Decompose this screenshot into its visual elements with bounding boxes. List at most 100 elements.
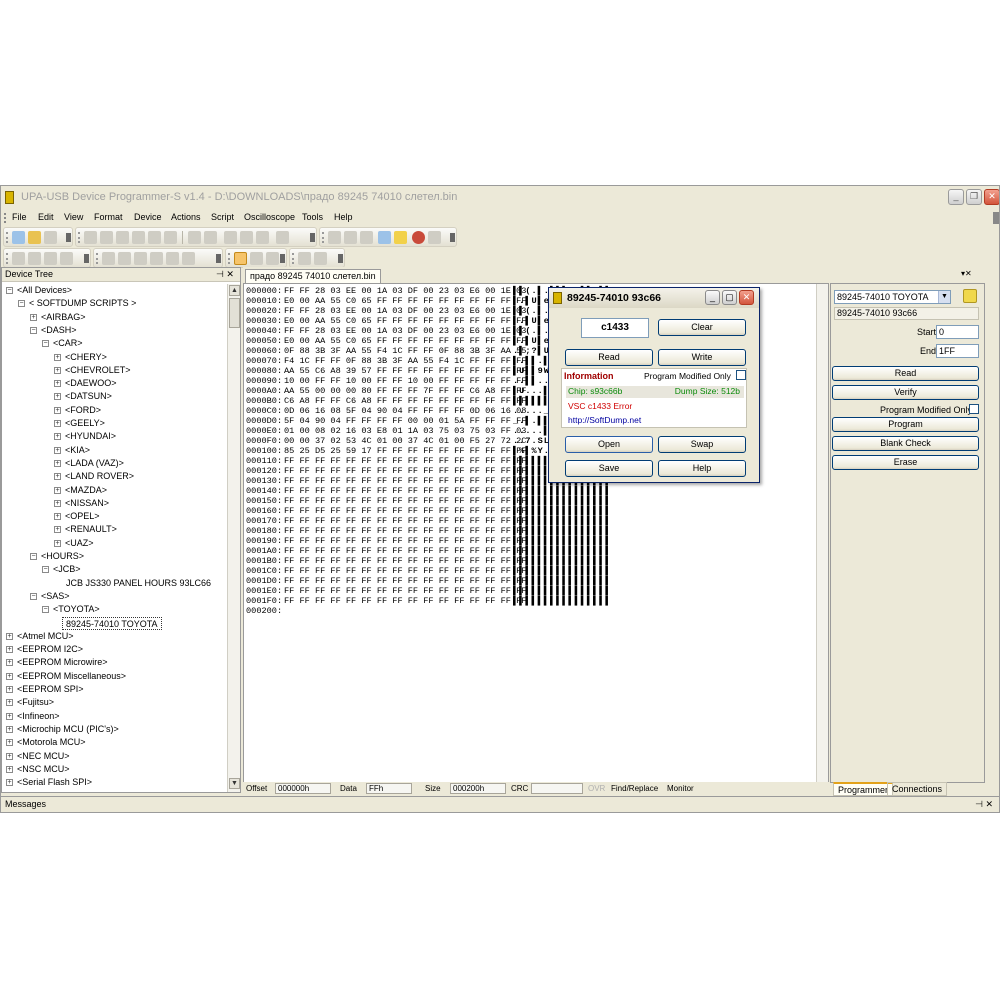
expand-icon[interactable]: +	[54, 420, 61, 427]
start-input[interactable]: 0	[936, 325, 979, 339]
program-button[interactable]: Program	[832, 417, 979, 432]
maximize-button[interactable]: ❐	[966, 189, 982, 205]
hex-row[interactable]: 000190: FF FF FF FF FF FF FF FF FF FF FF …	[246, 536, 612, 546]
tree-node[interactable]: + <Microchip MCU (PIC's)>	[6, 723, 119, 736]
tree-node[interactable]: + <FORD>	[54, 404, 101, 417]
dialog-modified-only-checkbox[interactable]	[736, 370, 746, 380]
expand-icon[interactable]: +	[54, 539, 61, 547]
monitor-tab[interactable]: Monitor	[667, 784, 694, 793]
tree-node[interactable]: + <EEPROM SPI>	[6, 683, 84, 696]
swap-button[interactable]: Swap	[658, 436, 746, 453]
hex-row[interactable]: 000150: FF FF FF FF FF FF FF FF FF FF FF …	[246, 496, 612, 506]
expand-icon[interactable]: +	[6, 632, 13, 640]
tools-icon[interactable]	[428, 231, 441, 244]
expand-icon[interactable]: +	[54, 380, 61, 388]
expand-icon[interactable]: +	[6, 765, 13, 773]
hex-row[interactable]: 0001B0: FF FF FF FF FF FF FF FF FF FF FF …	[246, 556, 612, 566]
tree-node[interactable]: + <NEC MCU>	[6, 750, 70, 763]
notes-icon[interactable]	[378, 231, 391, 244]
tree-scrollbar[interactable]: ▲ ▼	[227, 284, 240, 792]
editor-close-controls[interactable]: ▾✕	[961, 269, 983, 280]
collapse-icon[interactable]: −	[30, 592, 37, 600]
edit-device-icon[interactable]	[963, 289, 977, 303]
view-five-icon[interactable]	[166, 252, 179, 265]
expand-icon[interactable]: +	[54, 393, 61, 401]
tab-file[interactable]: прадо 89245 74010 слетел.bin	[245, 269, 381, 283]
expand-icon[interactable]: +	[6, 686, 13, 693]
hex-row[interactable]: 000160: FF FF FF FF FF FF FF FF FF FF FF …	[246, 506, 612, 516]
expand-icon[interactable]: +	[54, 486, 61, 494]
debug-bug-icon[interactable]	[412, 231, 425, 244]
tree-node[interactable]: + <Fujitsu>	[6, 696, 54, 709]
tree-node[interactable]: − <SAS>	[30, 590, 70, 603]
folder-yellow-icon[interactable]	[394, 231, 407, 244]
tree-node[interactable]: + <RENAULT>	[54, 523, 117, 536]
menu-overflow-icon[interactable]	[993, 212, 999, 224]
expand-icon[interactable]: +	[6, 672, 13, 680]
dialog-read-button[interactable]: Read	[565, 349, 653, 366]
dialog-close-button[interactable]: ✕	[739, 290, 754, 305]
dialog-save-button[interactable]: Save	[565, 460, 653, 477]
expand-icon[interactable]: +	[54, 526, 61, 534]
tree-node[interactable]: − < SOFTDUMP SCRIPTS >	[18, 297, 136, 310]
toolbar-overflow-icon[interactable]	[450, 233, 455, 242]
tree-node[interactable]: + <HYUNDAI>	[54, 430, 116, 443]
minimize-button[interactable]: _	[948, 189, 964, 205]
expand-icon[interactable]: +	[30, 313, 37, 321]
redo-icon[interactable]	[100, 231, 113, 244]
menu-file[interactable]: File	[12, 212, 27, 222]
collapse-icon[interactable]: −	[42, 566, 49, 574]
tree-node[interactable]: + <LADA (VAZ)>	[54, 457, 124, 470]
device-select[interactable]: 89245-74010 TOYOTA ▼	[834, 290, 951, 304]
expand-icon[interactable]: +	[54, 446, 61, 454]
hex-row[interactable]: 000140: FF FF FF FF FF FF FF FF FF FF FF …	[246, 486, 612, 496]
scroll-up-icon[interactable]: ▲	[229, 285, 240, 296]
tree-node[interactable]: + <NSC MCU>	[6, 763, 70, 776]
save-file-icon[interactable]	[44, 231, 57, 244]
toolbar-overflow-icon[interactable]	[216, 254, 221, 263]
tree-node[interactable]: JCB JS330 PANEL HOURS 93LC66	[66, 577, 211, 590]
select-mode-icon[interactable]	[234, 252, 247, 265]
hex-row[interactable]: 0001F0: FF FF FF FF FF FF FF FF FF FF FF …	[246, 596, 612, 606]
tree-node[interactable]: − <JCB>	[42, 563, 81, 576]
softdump-link[interactable]: http://SoftDump.net	[568, 415, 641, 425]
script-icon[interactable]	[328, 231, 341, 244]
back-icon[interactable]	[28, 252, 41, 265]
expand-icon[interactable]: +	[6, 739, 13, 747]
toolbar-overflow-icon[interactable]	[338, 254, 343, 263]
expand-icon[interactable]: +	[6, 699, 13, 707]
tab-programmer[interactable]: Programmer	[833, 782, 894, 796]
end-input[interactable]: 1FF	[936, 344, 979, 358]
pin-close-icon[interactable]: ⊣ ✕	[216, 269, 234, 280]
menu-device[interactable]: Device	[134, 212, 162, 222]
hex-row[interactable]: 0001D0: FF FF FF FF FF FF FF FF FF FF FF …	[246, 576, 612, 586]
tree-node[interactable]: + <EEPROM Miscellaneous>	[6, 670, 126, 683]
pin-close-icon[interactable]: ⊣ ✕	[975, 799, 993, 810]
stop-icon[interactable]	[314, 252, 327, 265]
hex-row[interactable]: 0001E0: FF FF FF FF FF FF FF FF FF FF FF …	[246, 586, 612, 596]
menu-oscilloscope[interactable]: Oscilloscope	[244, 212, 295, 222]
code-field[interactable]: c1433	[581, 318, 649, 338]
view-one-icon[interactable]	[102, 252, 115, 265]
erase-button[interactable]: Erase	[832, 455, 979, 470]
help-button[interactable]: Help	[658, 460, 746, 477]
collapse-icon[interactable]: −	[30, 553, 37, 560]
run-icon[interactable]	[344, 231, 357, 244]
collapse-icon[interactable]: −	[30, 326, 37, 334]
compare-icon[interactable]	[256, 231, 269, 244]
diamond-icon[interactable]	[60, 252, 73, 265]
tree-node[interactable]: + <Serial Flash SPI>	[6, 776, 92, 789]
goto-icon[interactable]	[224, 231, 237, 244]
tree-node[interactable]: + <EEPROM Microwire>	[6, 656, 108, 669]
close-button[interactable]: ✕	[984, 189, 999, 205]
menu-format[interactable]: Format	[94, 212, 123, 222]
tree-node[interactable]: + <AIRBAG>	[30, 311, 86, 324]
tree-node[interactable]: + <CHERY>	[54, 351, 107, 364]
collapse-icon[interactable]: −	[6, 287, 13, 294]
tab-connections[interactable]: Connections	[887, 782, 948, 796]
tree-node[interactable]: − <DASH>	[30, 324, 77, 337]
tree-node[interactable]: + <LAND ROVER>	[54, 470, 134, 483]
toolbar-overflow-icon[interactable]	[66, 233, 71, 242]
fill-icon[interactable]	[240, 231, 253, 244]
tree-node[interactable]: + <Motorola MCU>	[6, 736, 86, 749]
